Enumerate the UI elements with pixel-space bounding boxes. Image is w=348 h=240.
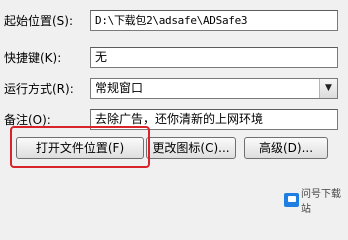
watermark: 问号下载站 (284, 185, 348, 215)
advanced-button[interactable]: 高级(D)... (244, 137, 328, 159)
run-select[interactable]: 常规窗口 ▼ (90, 78, 338, 99)
shortcut-key-label: 快捷键(K): (4, 51, 62, 65)
change-icon-button[interactable]: 更改图标(C)... (146, 137, 236, 159)
start-in-field[interactable]: D:\下载包2\adsafe\ADSafe3 (90, 10, 338, 31)
run-select-value: 常规窗口 (95, 81, 144, 95)
shortcut-key-row: 快捷键(K): 无 (0, 47, 348, 71)
chevron-down-icon[interactable]: ▼ (319, 79, 337, 98)
run-label: 运行方式(R): (4, 82, 74, 96)
comment-row: 备注(O): 去除广告，还你清新的上网环境 (0, 109, 348, 133)
open-file-location-button[interactable]: 打开文件位置(F) (16, 137, 144, 159)
shortcut-key-field[interactable]: 无 (90, 47, 338, 68)
watermark-logo-icon (284, 193, 300, 207)
watermark-text: 问号下载站 (301, 189, 342, 215)
run-row: 运行方式(R): 常规窗口 ▼ (0, 78, 348, 102)
comment-label: 备注(O): (4, 113, 51, 127)
comment-field[interactable]: 去除广告，还你清新的上网环境 (90, 109, 338, 130)
start-in-label: 起始位置(S): (4, 14, 74, 28)
start-in-row: 起始位置(S): D:\下载包2\adsafe\ADSafe3 (0, 10, 348, 34)
